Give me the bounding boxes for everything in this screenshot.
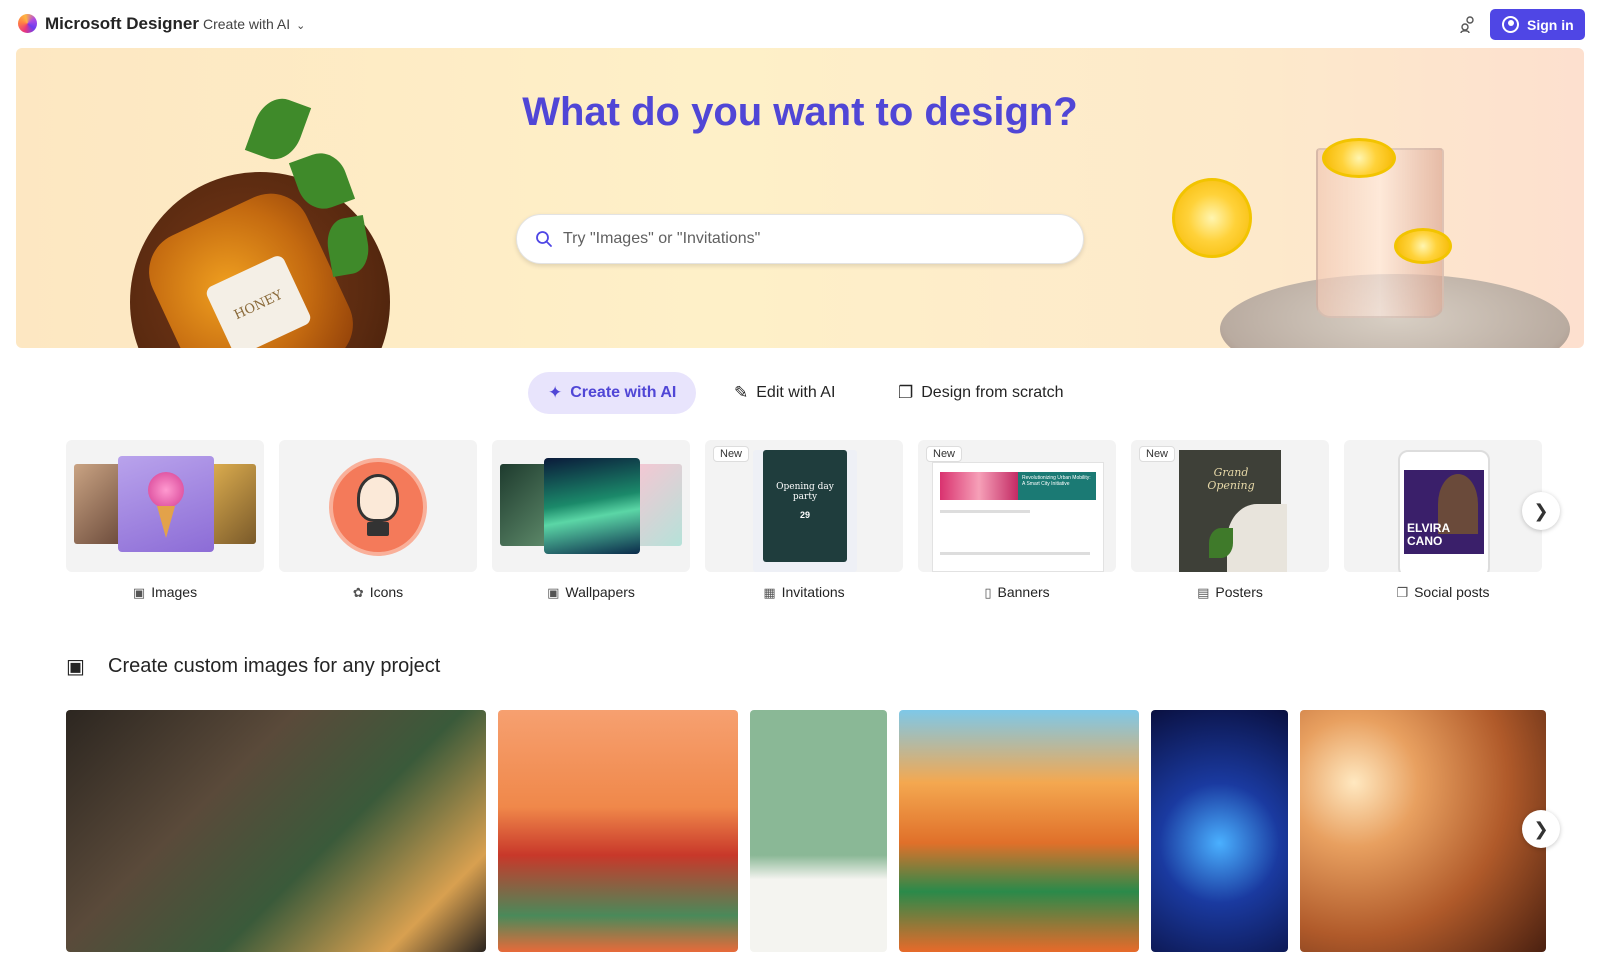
user-icon [1502,16,1519,33]
gallery-image-neon-house[interactable] [1151,710,1288,952]
gallery-image-mother-reading[interactable] [66,710,486,952]
category-card-posters[interactable]: Grand Opening New ▤ Posters [1131,440,1329,601]
category-thumbnail: Opening day party 29 New [705,440,903,572]
banner-icon: ▯ [984,585,992,600]
poster-title: Grand Opening [1207,466,1255,492]
tab-label: Edit with AI [756,384,836,401]
chevron-down-icon: ⌄ [296,20,306,32]
section-heading: ▣ Create custom images for any project [66,654,441,679]
gallery-image-barbecue[interactable] [498,710,738,952]
new-badge: New [713,446,750,462]
hero-title: What do you want to design? [522,90,1078,134]
banner-title: Revolutionizing Urban Mobility: A Smart … [1022,475,1091,487]
image-icon: ▣ [132,585,146,600]
chevron-right-icon: ❯ [1533,500,1549,521]
gallery-image-desert-cactus[interactable] [899,710,1139,952]
category-label: Images [151,584,198,600]
create-with-ai-menu[interactable]: Create with AI ⌄ [203,16,305,32]
search-input[interactable] [563,230,1083,248]
categories-next-button[interactable]: ❯ [1522,492,1560,530]
chevron-right-icon: ❯ [1533,818,1549,839]
category-thumbnail: Grand Opening New [1131,440,1329,572]
new-badge: New [926,446,963,462]
category-card-icons[interactable]: ✿ Icons [279,440,477,601]
gallery-image-woman-glasses[interactable] [750,710,887,952]
designer-logo-icon[interactable] [18,14,37,33]
section-title: Create custom images for any project [108,654,441,677]
invitation-date: 29 [799,510,810,520]
create-menu-label: Create with AI [203,16,291,32]
category-card-social-posts[interactable]: ELVIRA CANO ❐ Social posts [1344,440,1542,601]
category-card-wallpapers[interactable]: ▣ Wallpapers [492,440,690,601]
category-label: Banners [997,584,1050,600]
social-icon: ❐ [1396,585,1409,600]
category-thumbnail: ELVIRA CANO [1344,440,1542,572]
image-sparkle-icon: ▣ [66,656,85,678]
sparkle-icon: ✦ [548,383,563,402]
tab-design-from-scratch[interactable]: ❐ Design from scratch [898,372,1064,414]
category-thumbnail [66,440,264,572]
calendar-icon: ▦ [763,585,776,600]
magic-wand-icon: ✎ [734,383,749,402]
search-icon [536,231,552,247]
category-carousel: ▣ Images ✿ Icons ▣ Wallpapers Opening day p… [66,440,1546,610]
category-label: Social posts [1414,584,1490,600]
sign-in-label: Sign in [1527,16,1574,33]
icons-icon: ✿ [352,585,364,600]
social-post-name: ELVIRA CANO [1407,521,1450,548]
share-icon[interactable] [1458,14,1478,34]
tab-label: Design from scratch [921,384,1064,401]
category-thumbnail: Revolutionizing Urban Mobility: A Smart … [918,440,1116,572]
gallery-next-button[interactable]: ❯ [1522,810,1560,848]
category-card-invitations[interactable]: Opening day party 29 New ▦ Invitations [705,440,903,601]
category-label: Invitations [781,584,845,600]
design-icon: ❐ [898,383,914,402]
top-bar: Microsoft Designer Create with AI ⌄ Sign … [0,0,1600,48]
tab-create-with-ai[interactable]: ✦ Create with AI [528,372,697,414]
image-gallery [66,710,1546,952]
sign-in-button[interactable]: Sign in [1490,9,1585,40]
gallery-image-poppy-sunset[interactable] [1300,710,1546,952]
category-label: Wallpapers [565,584,635,600]
lemon-slice-image [1322,138,1396,178]
invitation-title: Opening day party [776,482,834,502]
category-label: Icons [369,584,404,600]
mode-tabs: ✦ Create with AI ✎ Edit with AI ❐ Design… [0,372,1600,418]
category-card-banners[interactable]: Revolutionizing Urban Mobility: A Smart … [918,440,1116,601]
new-badge: New [1139,446,1176,462]
category-label: Posters [1215,584,1263,600]
category-card-images[interactable]: ▣ Images [66,440,264,601]
tab-edit-with-ai[interactable]: ✎ Edit with AI [734,372,835,414]
search-box[interactable] [516,214,1084,264]
wallpaper-icon: ▣ [547,585,560,600]
category-thumbnail [279,440,477,572]
lemon-slice-image [1394,228,1452,264]
category-thumbnail [492,440,690,572]
lemon-slice-image [1172,178,1252,258]
brand-name[interactable]: Microsoft Designer [45,14,199,34]
tab-label: Create with AI [570,384,677,401]
poster-icon: ▤ [1197,585,1210,600]
